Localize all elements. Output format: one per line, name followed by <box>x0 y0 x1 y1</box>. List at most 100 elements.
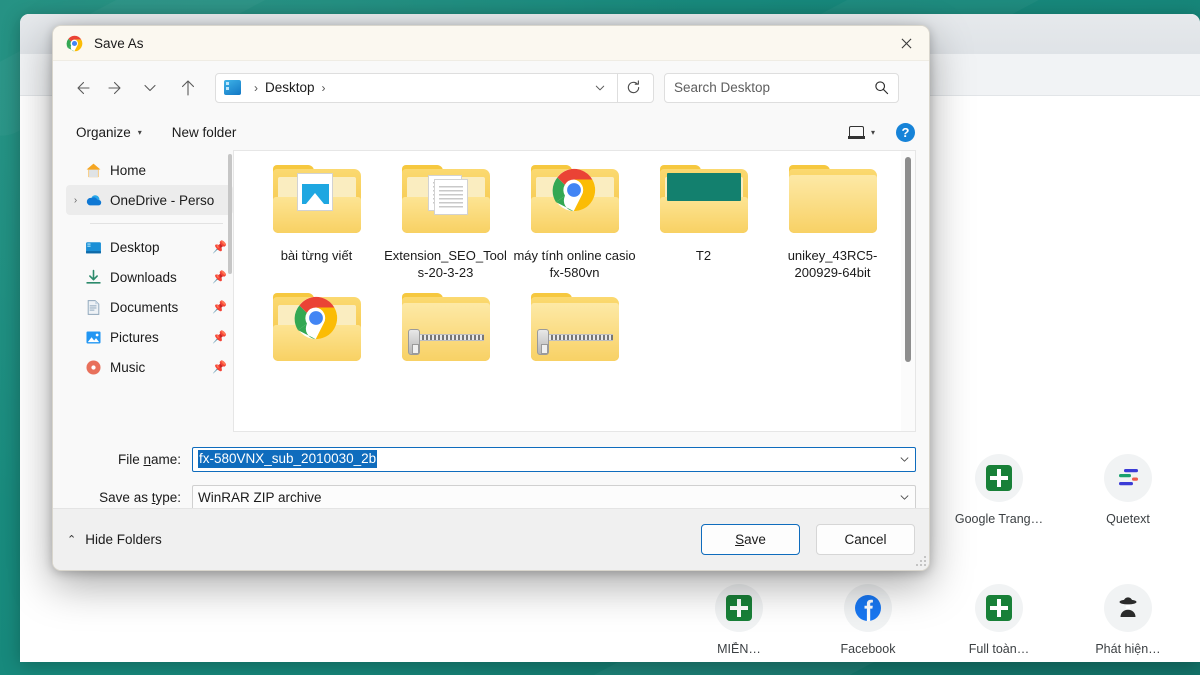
search-box[interactable] <box>664 72 899 103</box>
dialog-titlebar[interactable]: Save As <box>53 26 929 61</box>
dialog-command-bar[interactable]: Organize ▾ New folder ▾ ? <box>53 114 929 150</box>
recent-locations-chevron-down-icon[interactable] <box>135 73 165 103</box>
pin-icon[interactable]: 📌 <box>212 330 227 344</box>
arrow-right-icon[interactable] <box>101 73 131 103</box>
hide-folders-label: Hide Folders <box>85 532 162 547</box>
file-name: unikey_43RC5-200929-64bit <box>787 248 878 280</box>
folder-picture-icon <box>267 163 367 241</box>
save-as-dialog[interactable]: Save As › Desktop › Search Desktop Organ… <box>52 25 930 571</box>
file-pane-scrollbar[interactable] <box>901 151 915 431</box>
home-icon <box>86 163 101 177</box>
downloads-icon <box>86 269 101 284</box>
search-icon[interactable] <box>874 80 889 95</box>
onedrive-icon <box>86 194 102 205</box>
sidebar-divider <box>90 223 223 224</box>
save-as-type-label: Save as type: <box>99 489 181 505</box>
pin-icon[interactable]: 📌 <box>212 240 227 254</box>
shortcut-label: Facebook <box>840 642 896 656</box>
arrow-left-icon[interactable] <box>67 73 97 103</box>
pin-icon[interactable]: 📌 <box>212 270 227 284</box>
file-item[interactable] <box>381 291 510 375</box>
folder-documents-icon <box>396 163 496 241</box>
shortcut-tile[interactable]: Phát hiện… <box>1072 584 1184 656</box>
help-icon[interactable]: ? <box>896 122 915 142</box>
breadcrumb-chevron-down-icon[interactable] <box>585 74 615 102</box>
desktop-icon <box>224 80 241 95</box>
folder-chrome-icon <box>267 291 367 369</box>
file-name-label: File name: <box>117 451 181 467</box>
folder-plain-icon <box>783 163 883 241</box>
file-list-pane[interactable]: bài từng viết Extension_SEO_Tools-20-3-2… <box>233 150 916 432</box>
pin-icon[interactable]: 📌 <box>212 360 227 374</box>
file-name: Extension_SEO_Tools-20-3-23 <box>384 248 507 280</box>
arrow-up-icon[interactable] <box>173 73 203 103</box>
file-name: bài từng viết <box>280 248 353 263</box>
folder-zip-icon <box>525 291 625 369</box>
sidebar-item-label: Pictures <box>110 329 159 345</box>
sidebar-item-home[interactable]: Home <box>66 155 233 185</box>
shortcut-tile[interactable]: Full toàn… <box>943 584 1055 656</box>
pin-icon[interactable]: 📌 <box>212 300 227 314</box>
sidebar-item-downloads[interactable]: Downloads 📌 <box>66 262 233 292</box>
shortcut-tile[interactable]: Google Trang… <box>943 454 1055 526</box>
hide-folders-button[interactable]: ⌃ Hide Folders <box>67 532 162 547</box>
organize-button[interactable]: Organize ▾ <box>67 120 151 145</box>
sidebar-item-label: Home <box>110 162 147 178</box>
folder-chrome-icon <box>525 163 625 241</box>
file-item[interactable]: unikey_43RC5-200929-64bit <box>768 163 897 281</box>
google-translate-icon <box>975 454 1023 502</box>
documents-icon <box>87 299 100 315</box>
sidebar-item-pictures[interactable]: Pictures 📌 <box>66 322 233 352</box>
new-folder-label: New folder <box>171 124 237 140</box>
expander[interactable]: › <box>66 195 85 206</box>
sidebar-item-desktop[interactable]: Desktop 📌 <box>66 232 233 262</box>
shortcut-label: Google Trang… <box>954 512 1044 526</box>
file-item[interactable]: Extension_SEO_Tools-20-3-23 <box>381 163 510 281</box>
cancel-button[interactable]: Cancel <box>816 524 915 555</box>
close-icon[interactable] <box>883 26 929 61</box>
file-item[interactable] <box>510 291 639 375</box>
chrome-icon <box>66 35 83 51</box>
save-button[interactable]: Save <box>701 524 800 555</box>
navigation-sidebar[interactable]: Home › OneDrive - Perso Desktop 📌 Downlo… <box>66 150 233 432</box>
save-as-type-value: WinRAR ZIP archive <box>198 489 322 505</box>
new-folder-button[interactable]: New folder <box>163 120 246 145</box>
file-item[interactable] <box>252 291 381 375</box>
shortcut-tile[interactable]: Facebook <box>812 584 924 656</box>
view-options-button[interactable]: ▾ <box>842 121 882 144</box>
breadcrumb[interactable]: › Desktop › <box>215 72 654 103</box>
breadcrumb-segment-desktop[interactable]: Desktop <box>265 80 315 95</box>
dialog-title: Save As <box>94 35 144 51</box>
shortcut-label: Phát hiện… <box>1095 642 1161 656</box>
dialog-body: Home › OneDrive - Perso Desktop 📌 Downlo… <box>53 150 929 432</box>
sidebar-item-documents[interactable]: Documents 📌 <box>66 292 233 322</box>
sidebar-item-label: Downloads <box>110 269 177 285</box>
chevron-down-icon[interactable] <box>899 454 910 465</box>
sidebar-scrollbar[interactable] <box>228 154 232 274</box>
file-pane-scroll-thumb[interactable] <box>905 157 911 362</box>
file-name-input[interactable]: fx-580VNX_sub_2010030_2b <box>192 446 916 472</box>
file-item[interactable]: máy tính online casio fx-580vn <box>510 163 639 281</box>
file-name: T2 <box>695 248 712 263</box>
sidebar-item-onedrive[interactable]: › OneDrive - Perso <box>66 185 233 215</box>
resize-grip[interactable] <box>915 556 926 567</box>
file-item[interactable]: T2 <box>639 163 768 281</box>
save-as-type-select[interactable]: WinRAR ZIP archive <box>192 484 916 510</box>
shortcut-label: Full toàn… <box>968 642 1030 656</box>
dialog-navigation-bar[interactable]: › Desktop › <box>53 61 929 114</box>
shortcut-tile[interactable]: Quetext <box>1072 454 1184 526</box>
dialog-form: File name: fx-580VNX_sub_2010030_2b Save… <box>53 432 929 512</box>
sidebar-item-music[interactable]: Music 📌 <box>66 352 233 382</box>
cancel-label: Cancel <box>844 532 887 547</box>
shortcut-tile[interactable]: MIỄN… <box>683 584 795 656</box>
chevron-up-icon: ⌃ <box>67 534 77 546</box>
folder-teal-doc-icon <box>654 163 754 241</box>
chevron-down-icon: ▾ <box>870 127 875 137</box>
file-grid: bài từng viết Extension_SEO_Tools-20-3-2… <box>234 151 915 385</box>
search-input[interactable] <box>674 80 874 95</box>
chevron-down-icon[interactable] <box>899 492 910 503</box>
file-item[interactable]: bài từng viết <box>252 163 381 281</box>
file-name-value[interactable]: fx-580VNX_sub_2010030_2b <box>198 450 378 468</box>
sidebar-item-label: Desktop <box>110 239 160 255</box>
refresh-icon[interactable] <box>617 72 649 103</box>
